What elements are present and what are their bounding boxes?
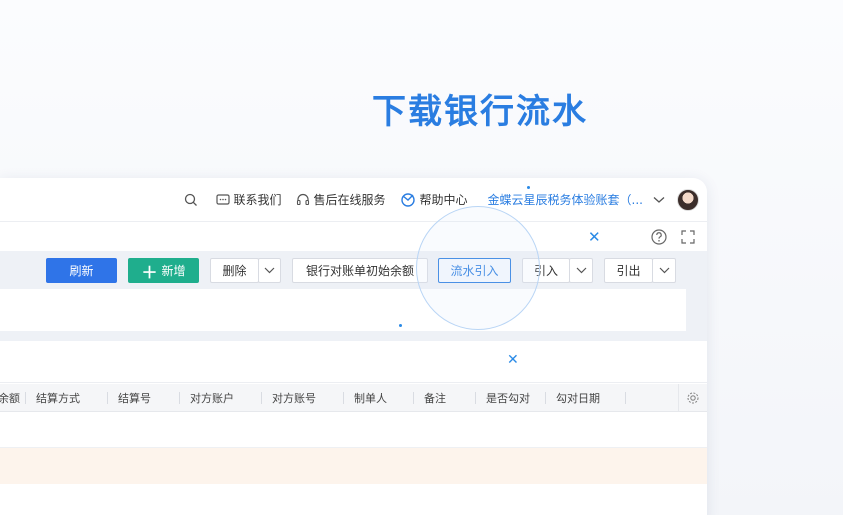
- search-button[interactable]: [184, 193, 202, 207]
- top-bar: 联系我们 售后在线服务 帮助中心 金蝶云星辰税务体验账套（...: [0, 178, 707, 222]
- plus-icon: ＋: [141, 262, 158, 282]
- delete-button[interactable]: 删除: [210, 258, 259, 283]
- sparkle-icon: ✕: [507, 352, 519, 368]
- column-header[interactable]: 制单人: [344, 384, 414, 412]
- chevron-down-icon: [264, 267, 275, 274]
- search-icon: [184, 193, 197, 206]
- column-header[interactable]: 结算方式: [26, 384, 108, 412]
- online-service-link[interactable]: 售后在线服务: [296, 191, 386, 208]
- column-header[interactable]: 备注: [414, 384, 476, 412]
- toolbar: 刷新 ＋新增 删除 银行对账单初始余额 流水引入 引入 引出: [0, 258, 707, 284]
- column-header[interactable]: 勾对日期: [546, 384, 626, 412]
- click-highlight-circle: [416, 206, 540, 330]
- column-header[interactable]: 对方账户: [180, 384, 262, 412]
- add-button[interactable]: ＋新增: [128, 258, 199, 283]
- column-header[interactable]: 对方账号: [262, 384, 344, 412]
- refresh-label: 刷新: [69, 264, 94, 278]
- contact-us-link[interactable]: 联系我们: [215, 191, 282, 208]
- filter-area: [0, 289, 686, 331]
- sparkle-dot: [399, 324, 402, 327]
- account-selector[interactable]: 金蝶云星辰税务体验账套（...: [488, 191, 669, 208]
- help-center-link[interactable]: 帮助中心: [400, 191, 468, 208]
- tabs-area: [0, 341, 707, 383]
- fullscreen-icon[interactable]: [681, 230, 695, 244]
- delete-label: 删除: [222, 264, 247, 278]
- table-row[interactable]: [0, 412, 707, 448]
- column-settings-button[interactable]: [678, 384, 707, 412]
- column-header[interactable]: 是否勾对: [476, 384, 546, 412]
- account-label: 金蝶云星辰税务体验账套（...: [487, 193, 643, 207]
- contact-us-label: 联系我们: [233, 193, 282, 207]
- bank-init-label: 银行对账单初始余额: [305, 264, 414, 278]
- table-row[interactable]: [0, 448, 707, 484]
- chevron-down-icon: [659, 267, 669, 274]
- export-button[interactable]: 引出: [604, 258, 653, 283]
- export-label: 引出: [616, 264, 641, 278]
- sparkle-icon: ✕: [588, 228, 601, 246]
- help-center-label: 帮助中心: [419, 193, 468, 207]
- chevron-down-icon: [653, 196, 665, 203]
- gear-icon: [687, 392, 699, 404]
- column-header[interactable]: 余额: [0, 384, 26, 412]
- avatar[interactable]: [677, 188, 699, 211]
- headset-icon: [296, 193, 309, 205]
- table-header: 余额 结算方式 结算号 对方账户 对方账号 制单人 备注 是否勾对 勾对日期: [0, 384, 707, 412]
- help-center-icon: [400, 192, 415, 207]
- hero-title: 下载银行流水: [372, 92, 588, 132]
- column-header[interactable]: 结算号: [108, 384, 180, 412]
- app-window: 联系我们 售后在线服务 帮助中心 金蝶云星辰税务体验账套（... 刷新 ＋新增 …: [0, 178, 707, 515]
- online-service-label: 售后在线服务: [313, 193, 386, 207]
- chat-icon: [215, 193, 230, 205]
- import-dropdown[interactable]: [569, 258, 593, 283]
- help-icon[interactable]: [651, 229, 667, 245]
- table-row[interactable]: [0, 484, 707, 514]
- export-dropdown[interactable]: [652, 258, 676, 283]
- sparkle-dot: [527, 186, 530, 189]
- bank-statement-init-balance-button[interactable]: 银行对账单初始余额: [292, 258, 428, 283]
- add-label: 新增: [161, 264, 186, 278]
- refresh-button[interactable]: 刷新: [46, 258, 117, 283]
- chevron-down-icon: [576, 267, 586, 274]
- delete-dropdown[interactable]: [258, 258, 281, 283]
- sub-bar: [0, 223, 707, 251]
